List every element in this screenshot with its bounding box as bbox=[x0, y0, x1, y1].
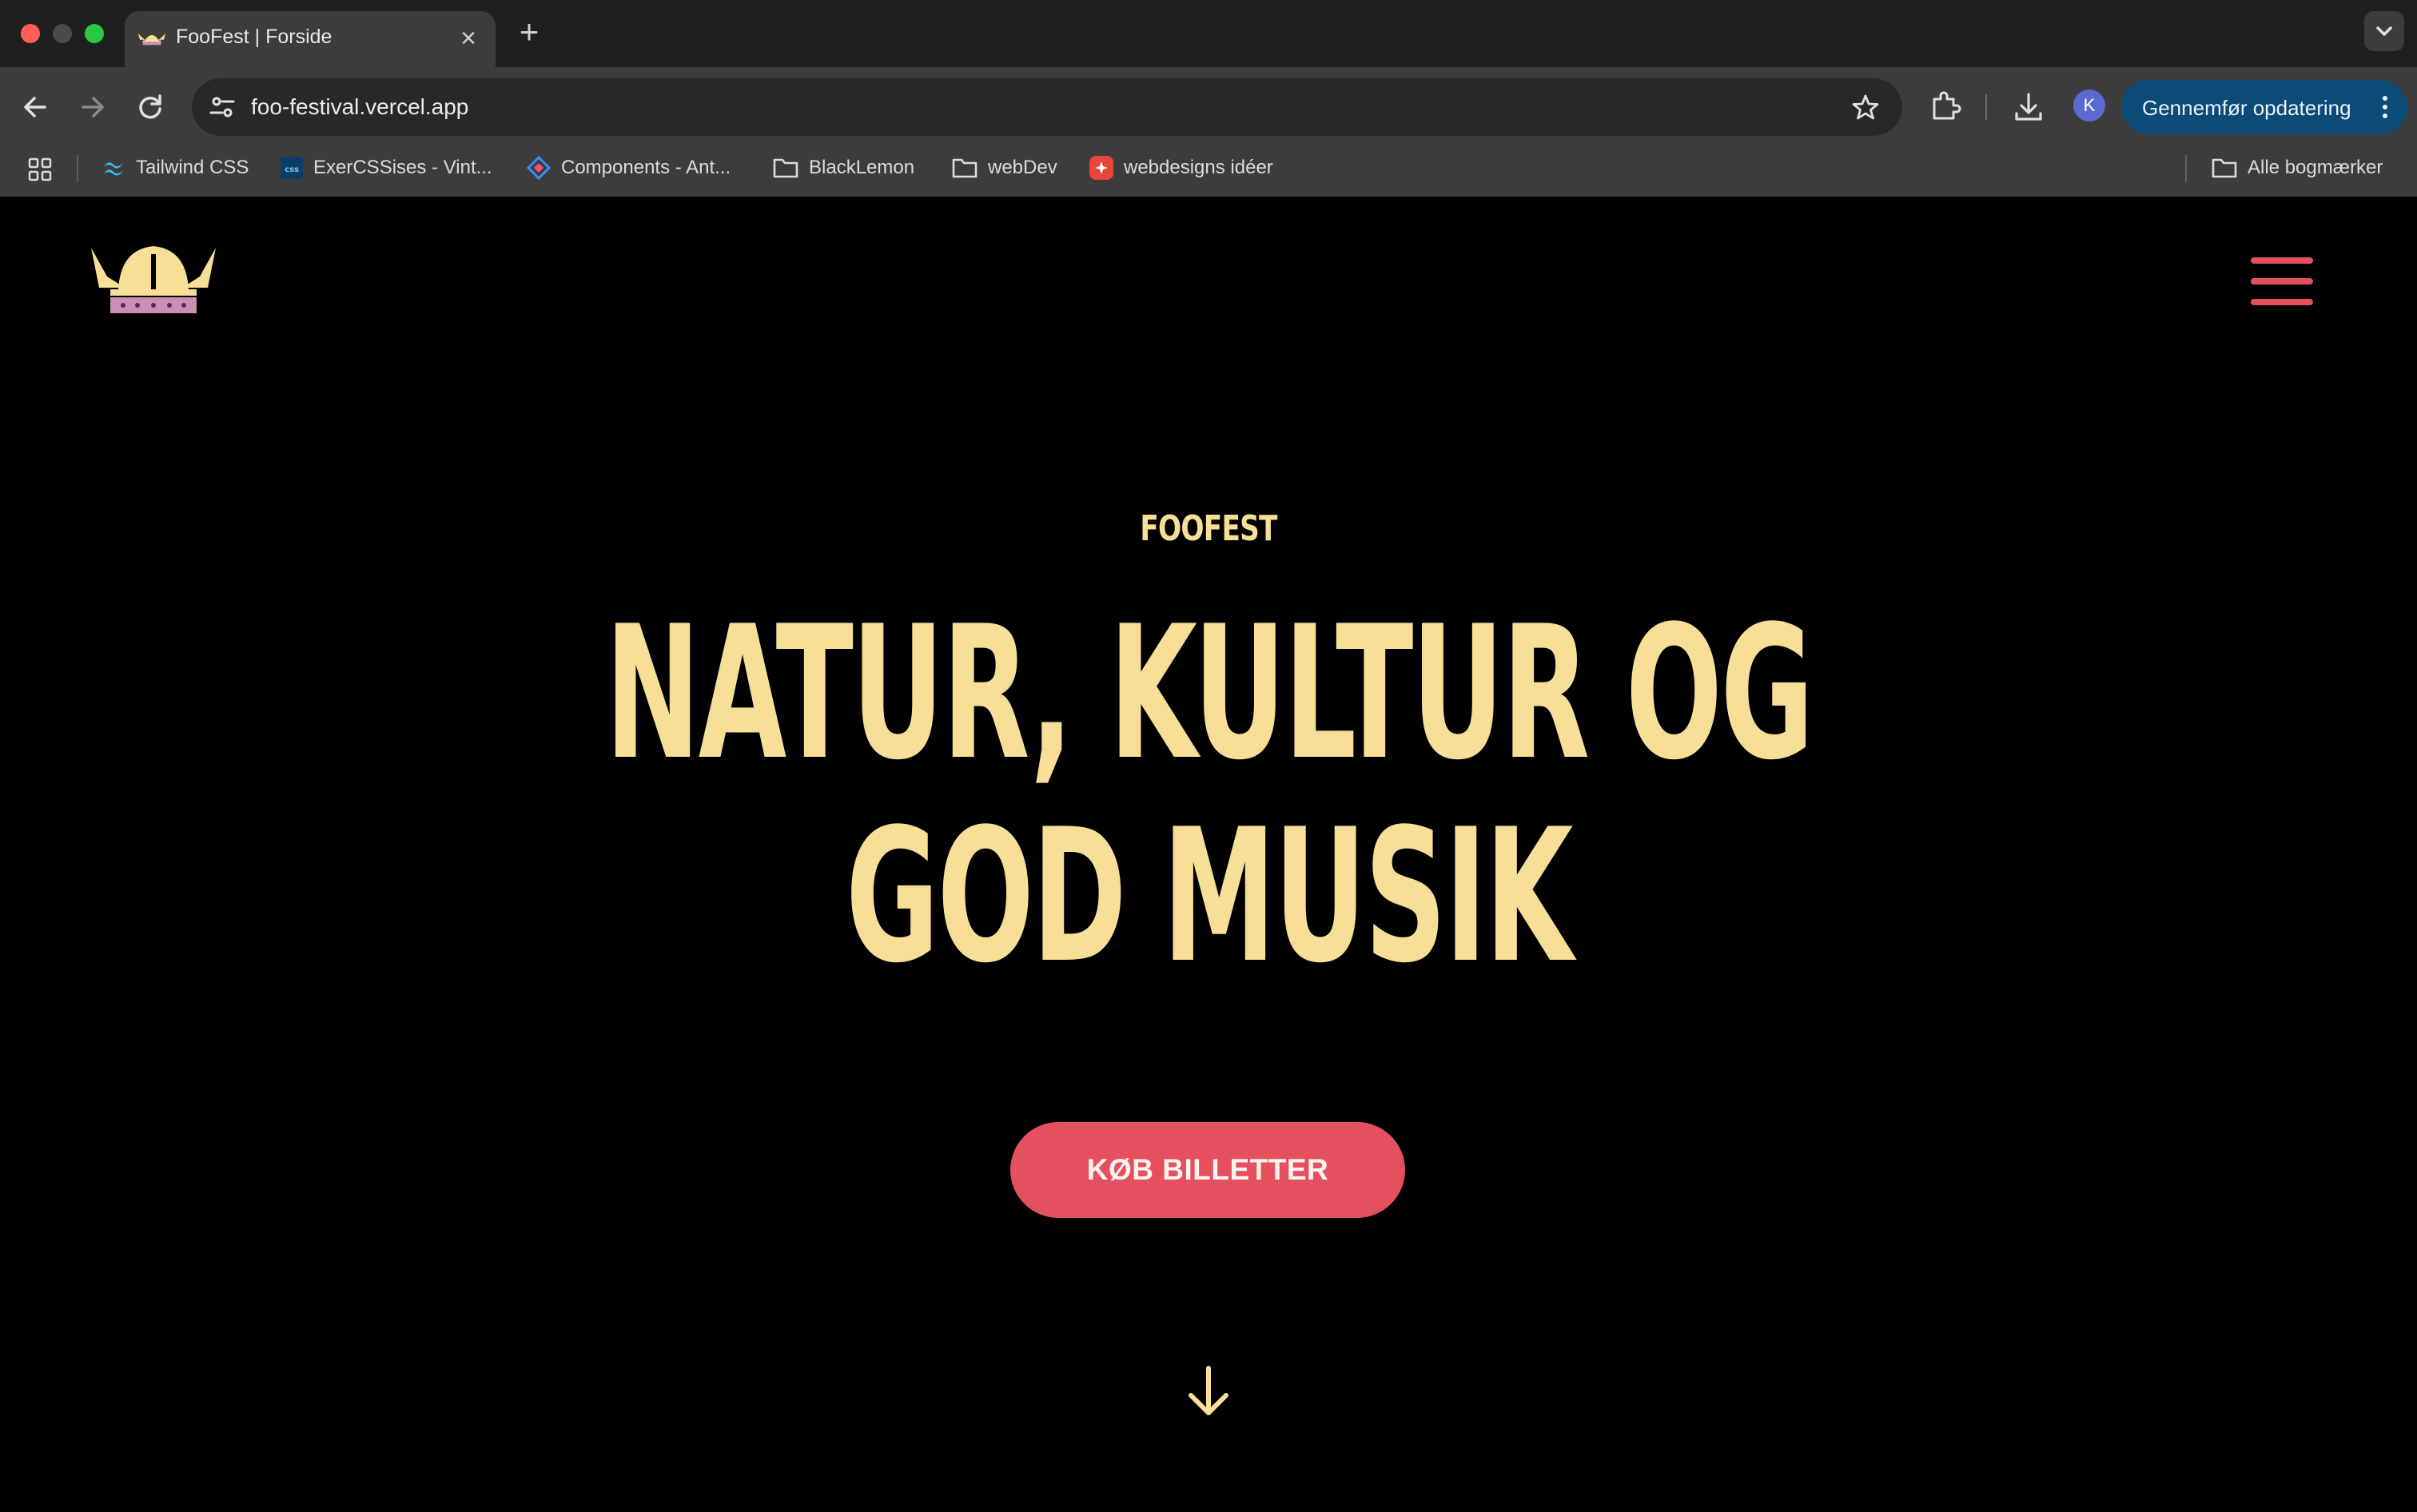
bookmark-item[interactable]: BlackLemon bbox=[772, 152, 914, 184]
forward-arrow-icon[interactable] bbox=[70, 85, 115, 129]
address-url[interactable]: foo-festival.vercel.app bbox=[251, 94, 468, 120]
components-icon bbox=[526, 155, 551, 181]
webdesigns-icon bbox=[1089, 156, 1113, 180]
browser-tab-bar: FooFest | Forside × + bbox=[0, 0, 2417, 67]
more-vertical-icon bbox=[2383, 96, 2387, 118]
bookmark-label: Tailwind CSS bbox=[136, 157, 249, 178]
extensions-puzzle-icon[interactable] bbox=[1925, 86, 1966, 128]
toolbar-divider bbox=[1985, 94, 1987, 120]
svg-text:css: css bbox=[285, 165, 299, 174]
reload-icon[interactable] bbox=[128, 85, 173, 129]
bookmark-item[interactable]: webDev bbox=[951, 152, 1057, 184]
bookmarks-divider bbox=[77, 155, 78, 182]
hamburger-menu-icon[interactable] bbox=[2249, 253, 2315, 310]
tab-close-button[interactable]: × bbox=[452, 22, 484, 54]
close-window-button[interactable] bbox=[21, 24, 40, 43]
arrow-down-icon[interactable] bbox=[1185, 1363, 1232, 1421]
update-browser-button[interactable]: Gennemfør opdatering bbox=[2121, 80, 2407, 134]
bookmark-item[interactable]: Components - Ant... bbox=[526, 152, 731, 184]
bookmark-star-icon[interactable] bbox=[1851, 93, 1880, 121]
bookmark-label: webdesigns idéer bbox=[1124, 157, 1273, 178]
site-settings-icon[interactable] bbox=[208, 93, 237, 121]
hero-headline-line-2: GOD MUSIK bbox=[846, 790, 1573, 1004]
bookmarks-bar: Tailwind CSS css ExerCSSises - Vint... C… bbox=[0, 144, 2417, 195]
maximize-window-button[interactable] bbox=[85, 24, 104, 43]
css-icon: css bbox=[281, 157, 303, 179]
all-bookmarks-button[interactable]: Alle bogmærker bbox=[2211, 152, 2383, 184]
all-bookmarks-label: Alle bogmærker bbox=[2248, 157, 2383, 178]
viking-helmet-favicon-icon bbox=[137, 33, 166, 46]
tab-title: FooFest | Forside bbox=[176, 26, 332, 48]
browser-tab-active[interactable]: FooFest | Forside × bbox=[125, 11, 496, 67]
folder-icon bbox=[773, 158, 798, 178]
hero-eyebrow: FOOFEST bbox=[1140, 508, 1277, 549]
chevron-down-icon bbox=[2376, 26, 2392, 36]
profile-avatar[interactable]: K bbox=[2073, 90, 2105, 121]
tab-search-button[interactable] bbox=[2364, 11, 2404, 51]
back-arrow-icon[interactable] bbox=[13, 85, 58, 129]
viking-helmet-logo-icon[interactable] bbox=[88, 241, 219, 318]
page-content: FOOFEST NATUR, KULTUR OG GOD MUSIK KØB B… bbox=[0, 197, 2417, 1512]
bookmark-item[interactable]: webdesigns idéer bbox=[1089, 152, 1273, 184]
folder-icon bbox=[952, 158, 978, 178]
browser-toolbar: foo-festival.vercel.app K Gennemfør opda… bbox=[0, 67, 2417, 208]
tailwind-icon bbox=[104, 162, 123, 176]
bookmark-label: Components - Ant... bbox=[561, 157, 731, 178]
download-icon[interactable] bbox=[2008, 86, 2049, 128]
update-button-label: Gennemfør opdatering bbox=[2142, 96, 2351, 120]
apps-grid-icon[interactable] bbox=[27, 157, 53, 182]
bookmark-item[interactable]: css ExerCSSises - Vint... bbox=[280, 152, 492, 184]
bookmark-item[interactable]: Tailwind CSS bbox=[101, 152, 249, 184]
folder-icon bbox=[2212, 158, 2237, 178]
buy-tickets-button[interactable]: KØB BILLETTER bbox=[1010, 1122, 1405, 1218]
address-bar[interactable]: foo-festival.vercel.app bbox=[192, 78, 1902, 136]
new-tab-button[interactable]: + bbox=[512, 14, 547, 50]
hero-headline: NATUR, KULTUR OG GOD MUSIK bbox=[460, 593, 1958, 999]
hero-headline-line-1: NATUR, KULTUR OG bbox=[604, 587, 1814, 801]
bookmark-label: webDev bbox=[988, 157, 1057, 178]
bookmark-label: ExerCSSises - Vint... bbox=[313, 157, 492, 178]
bookmark-label: BlackLemon bbox=[809, 157, 915, 178]
bookmarks-divider bbox=[2185, 155, 2187, 182]
minimize-window-button[interactable] bbox=[53, 24, 72, 43]
